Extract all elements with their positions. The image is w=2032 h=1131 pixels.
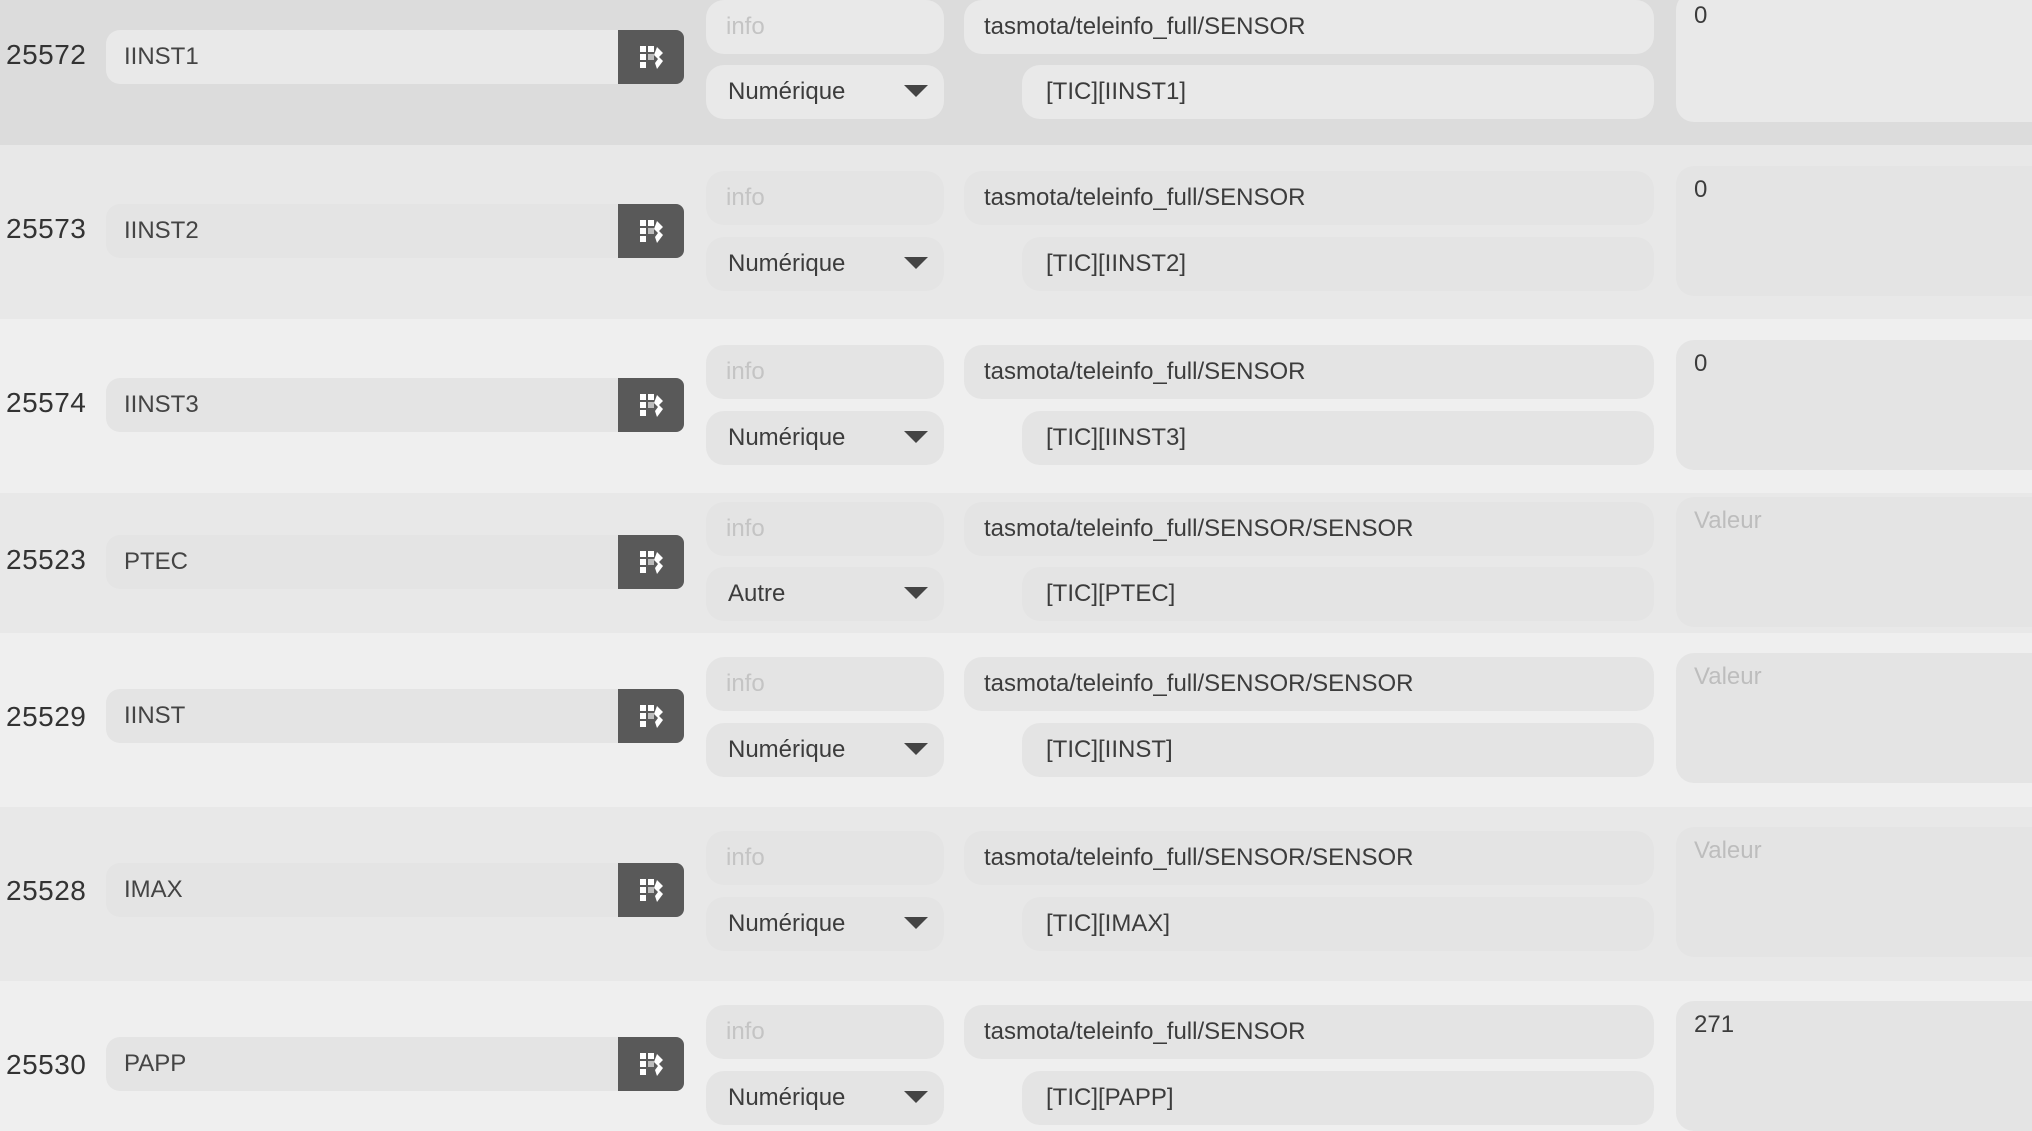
command-row: 25530 PAPP info Numérique tasmota/telein… — [0, 981, 2032, 1131]
json-path-input[interactable]: [TIC][PAPP] — [1022, 1071, 1654, 1125]
command-id: 25530 — [6, 1049, 87, 1080]
command-id: 25529 — [6, 701, 87, 732]
caret-down-icon — [904, 257, 928, 269]
caret-down-icon — [904, 743, 928, 755]
subtype-value: Numérique — [728, 78, 846, 105]
subtype-select[interactable]: Numérique — [706, 411, 944, 465]
command-name-group: PAPP — [106, 1037, 684, 1091]
type-input[interactable]: info — [706, 1005, 944, 1059]
command-name-input[interactable]: PAPP — [106, 1037, 618, 1091]
widget-config-icon — [640, 551, 663, 574]
subtype-select[interactable]: Autre — [706, 567, 944, 621]
value-field[interactable]: 0 — [1676, 166, 2032, 296]
command-name-input[interactable]: IINST2 — [106, 204, 618, 258]
caret-down-icon — [904, 587, 928, 599]
command-id: 25528 — [6, 875, 87, 906]
topic-input[interactable]: tasmota/teleinfo_full/SENSOR/SENSOR — [964, 831, 1654, 885]
caret-down-icon — [904, 1091, 928, 1103]
topic-input[interactable]: tasmota/teleinfo_full/SENSOR/SENSOR — [964, 502, 1654, 556]
command-name-group: IINST3 — [106, 378, 684, 432]
json-path-input[interactable]: [TIC][IINST3] — [1022, 411, 1654, 465]
json-path-input[interactable]: [TIC][IINST] — [1022, 723, 1654, 777]
value-field[interactable]: 271 — [1676, 1001, 2032, 1131]
json-path-input[interactable]: [TIC][IMAX] — [1022, 897, 1654, 951]
json-path-input[interactable]: [TIC][IINST1] — [1022, 65, 1654, 119]
topic-input[interactable]: tasmota/teleinfo_full/SENSOR — [964, 1005, 1654, 1059]
widget-config-icon — [640, 705, 663, 728]
command-name-input[interactable]: IINST — [106, 689, 618, 743]
command-id: 25572 — [6, 39, 87, 70]
widget-config-icon — [640, 394, 663, 417]
subtype-value: Autre — [728, 580, 786, 607]
command-id: 25573 — [6, 213, 87, 244]
caret-down-icon — [904, 431, 928, 443]
type-input[interactable]: info — [706, 0, 944, 54]
command-name-group: PTEC — [106, 535, 684, 589]
widget-config-icon — [640, 879, 663, 902]
config-button[interactable] — [618, 863, 684, 917]
command-row: 25573 IINST2 info Numérique tasmota/tele… — [0, 145, 2032, 319]
config-button[interactable] — [618, 204, 684, 258]
command-name-group: IINST1 — [106, 30, 684, 84]
value-field[interactable]: Valeur — [1676, 827, 2032, 957]
command-row: 25528 IMAX info Numérique tasmota/telein… — [0, 807, 2032, 981]
subtype-select[interactable]: Numérique — [706, 723, 944, 777]
config-button[interactable] — [618, 378, 684, 432]
subtype-select[interactable]: Numérique — [706, 1071, 944, 1125]
command-row: 25529 IINST info Numérique tasmota/telei… — [0, 633, 2032, 807]
config-button[interactable] — [618, 30, 684, 84]
value-field[interactable]: 0 — [1676, 340, 2032, 470]
command-row: 25523 PTEC info Autre tasmota/teleinfo_f… — [0, 493, 2032, 633]
caret-down-icon — [904, 917, 928, 929]
subtype-value: Numérique — [728, 910, 846, 937]
command-id: 25574 — [6, 387, 87, 418]
config-button[interactable] — [618, 689, 684, 743]
command-name-input[interactable]: PTEC — [106, 535, 618, 589]
command-id: 25523 — [6, 544, 87, 575]
command-name-input[interactable]: IMAX — [106, 863, 618, 917]
json-path-input[interactable]: [TIC][PTEC] — [1022, 567, 1654, 621]
subtype-select[interactable]: Numérique — [706, 237, 944, 291]
type-input[interactable]: info — [706, 502, 944, 556]
command-row: 25574 IINST3 info Numérique tasmota/tele… — [0, 319, 2032, 493]
topic-input[interactable]: tasmota/teleinfo_full/SENSOR — [964, 171, 1654, 225]
subtype-value: Numérique — [728, 424, 846, 451]
type-input[interactable]: info — [706, 831, 944, 885]
subtype-value: Numérique — [728, 250, 846, 277]
command-table: 25572 IINST1 info Numérique tasmota/tele… — [0, 0, 2032, 1131]
subtype-value: Numérique — [728, 1084, 846, 1111]
subtype-value: Numérique — [728, 736, 846, 763]
widget-config-icon — [640, 46, 663, 69]
command-name-group: IINST — [106, 689, 684, 743]
command-name-input[interactable]: IINST3 — [106, 378, 618, 432]
type-input[interactable]: info — [706, 657, 944, 711]
command-name-input[interactable]: IINST1 — [106, 30, 618, 84]
command-name-group: IINST2 — [106, 204, 684, 258]
json-path-input[interactable]: [TIC][IINST2] — [1022, 237, 1654, 291]
caret-down-icon — [904, 85, 928, 97]
command-row: 25572 IINST1 info Numérique tasmota/tele… — [0, 0, 2032, 145]
config-button[interactable] — [618, 1037, 684, 1091]
widget-config-icon — [640, 1053, 663, 1076]
topic-input[interactable]: tasmota/teleinfo_full/SENSOR — [964, 0, 1654, 54]
subtype-select[interactable]: Numérique — [706, 65, 944, 119]
value-field[interactable]: 0 — [1676, 0, 2032, 122]
type-input[interactable]: info — [706, 171, 944, 225]
topic-input[interactable]: tasmota/teleinfo_full/SENSOR/SENSOR — [964, 657, 1654, 711]
widget-config-icon — [640, 220, 663, 243]
value-field[interactable]: Valeur — [1676, 653, 2032, 783]
value-field[interactable]: Valeur — [1676, 497, 2032, 627]
command-name-group: IMAX — [106, 863, 684, 917]
config-button[interactable] — [618, 535, 684, 589]
topic-input[interactable]: tasmota/teleinfo_full/SENSOR — [964, 345, 1654, 399]
type-input[interactable]: info — [706, 345, 944, 399]
subtype-select[interactable]: Numérique — [706, 897, 944, 951]
